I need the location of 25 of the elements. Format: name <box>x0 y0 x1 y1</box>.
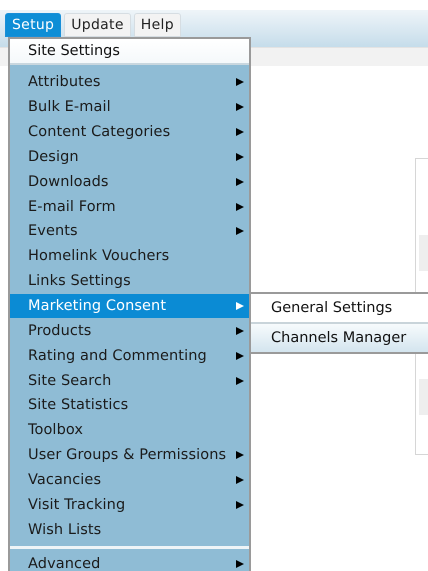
menu-item[interactable]: Advanced <box>10 552 249 571</box>
menu-tab[interactable]: Setup <box>5 13 62 37</box>
menu-item[interactable]: Visit Tracking <box>10 492 249 518</box>
menu-item[interactable]: Links Settings <box>10 268 249 294</box>
menu-tab[interactable]: Update <box>64 13 131 37</box>
menu-item[interactable]: Homelink Vouchers <box>10 244 249 269</box>
menu-item[interactable]: Toolbox <box>10 418 249 443</box>
menu-item[interactable]: Site Settings <box>10 39 249 65</box>
menu-item[interactable]: Downloads <box>10 169 249 194</box>
submenu-item[interactable]: Channels Manager <box>251 322 428 352</box>
menu-tab[interactable]: Help <box>134 13 181 37</box>
menu-item[interactable]: E-mail Form <box>10 194 249 220</box>
menu-item[interactable]: Rating and Commenting <box>10 343 249 368</box>
menu-item[interactable]: Attributes <box>10 70 249 95</box>
menu-item[interactable]: Products <box>10 318 249 344</box>
menu-item[interactable]: Bulk E-mail <box>10 94 249 120</box>
menu-item[interactable]: Marketing Consent <box>10 294 249 318</box>
menu-item[interactable]: Design <box>10 144 249 170</box>
menu-item[interactable]: Site Search <box>10 368 249 393</box>
menu-item[interactable]: Site Statistics <box>10 392 249 418</box>
menu-item[interactable]: Vacancies <box>10 468 249 492</box>
menu-item[interactable]: Events <box>10 219 249 244</box>
menu-item[interactable]: User Groups & Permissions <box>10 442 249 468</box>
menu-item[interactable]: Content Categories <box>10 120 249 145</box>
menu-item[interactable]: Wish Lists <box>10 517 249 542</box>
